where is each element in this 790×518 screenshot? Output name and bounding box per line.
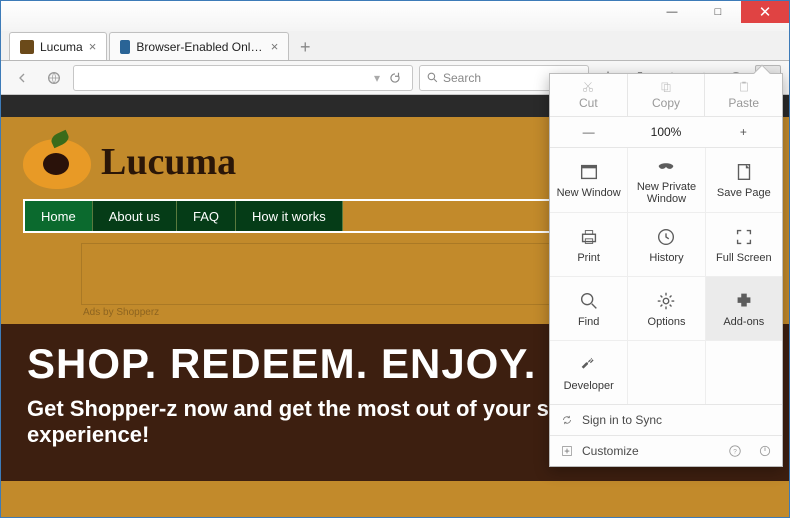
lucuma-logo-icon [23,135,91,189]
close-button[interactable]: ✕ [741,1,789,23]
zoom-value: 100% [627,121,704,143]
tab-browser-enabled[interactable]: Browser-Enabled Online Advert... × [109,32,289,60]
favicon-icon [20,40,34,54]
find-button[interactable]: Find [550,276,627,340]
plus-icon [560,444,574,458]
print-button[interactable]: Print [550,212,627,276]
back-button[interactable] [9,65,35,91]
minimize-button[interactable]: — [649,1,695,23]
tab-label: Lucuma [40,40,83,54]
tab-close-icon[interactable]: × [271,39,279,54]
zoom-out-button[interactable]: — [550,121,627,143]
search-icon [426,71,439,84]
new-private-window-button[interactable]: New Private Window [627,148,704,212]
brand-name: Lucuma [101,140,236,184]
nav-about[interactable]: About us [93,201,177,231]
developer-button[interactable]: Developer [550,340,627,404]
power-icon[interactable] [758,444,772,458]
nav-faq[interactable]: FAQ [177,201,236,231]
new-tab-button[interactable]: + [291,34,319,60]
paste-button[interactable]: Paste [704,74,782,116]
svg-text:?: ? [733,448,737,455]
search-placeholder: Search [443,71,481,85]
sign-in-to-sync-button[interactable]: Sign in to Sync [550,404,782,435]
full-screen-button[interactable]: Full Screen [705,212,782,276]
maximize-button[interactable]: □ [695,1,741,23]
options-button[interactable]: Options [627,276,704,340]
nav-home[interactable]: Home [25,201,93,231]
new-window-button[interactable]: New Window [550,148,627,212]
favicon-icon [120,40,130,54]
tab-strip: Lucuma × Browser-Enabled Online Advert..… [1,31,789,61]
url-input[interactable]: ▾ [73,65,413,91]
copy-button[interactable]: Copy [627,74,705,116]
help-icon[interactable]: ? [728,444,742,458]
tab-label: Browser-Enabled Online Advert... [136,40,264,54]
save-page-button[interactable]: Save Page [705,148,782,212]
cut-button[interactable]: Cut [550,74,627,116]
tab-lucuma[interactable]: Lucuma × [9,32,107,60]
firefox-window: — □ ✕ Lucuma × Browser-Enabled Online Ad… [0,0,790,518]
dropdown-icon[interactable]: ▾ [374,71,380,85]
addons-button[interactable]: Add-ons [705,276,782,340]
nav-how-it-works[interactable]: How it works [236,201,343,231]
customize-bar[interactable]: Customize ? [550,435,782,466]
reload-button[interactable] [384,71,406,85]
menu-panel: Cut Copy Paste — 100% + New Window New P… [549,73,783,467]
globe-icon [41,65,67,91]
history-button[interactable]: History [627,212,704,276]
zoom-in-button[interactable]: + [705,121,782,143]
titlebar: — □ ✕ [1,1,789,31]
tab-close-icon[interactable]: × [89,39,97,54]
